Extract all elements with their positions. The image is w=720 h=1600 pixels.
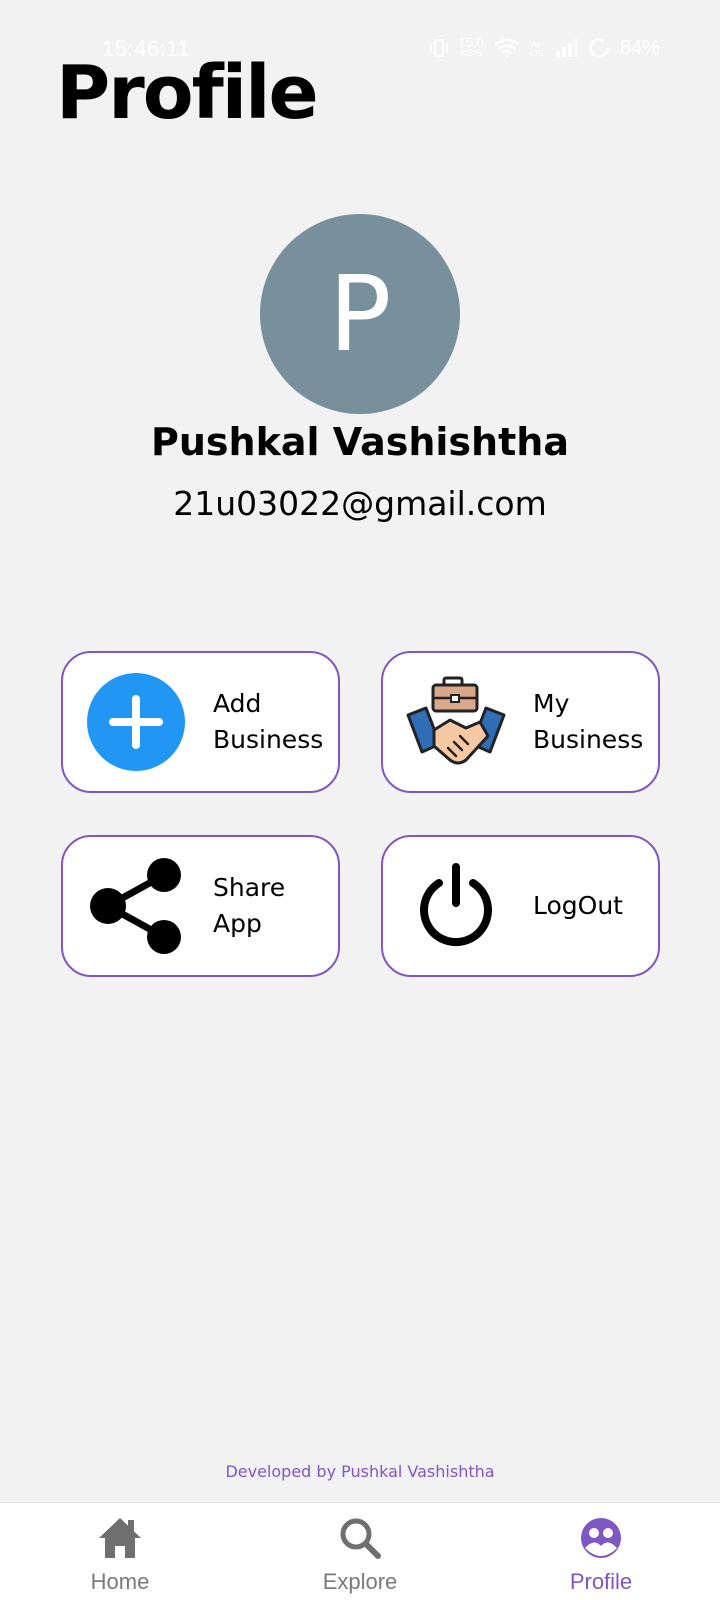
wifi-icon: [494, 38, 520, 58]
nav-home-label: Home: [90, 1569, 150, 1594]
avatar-letter: P: [328, 253, 392, 375]
nav-profile-label: Profile: [569, 1569, 633, 1594]
user-name: Pushkal Vashishtha: [151, 420, 569, 464]
svg-text:LTE: LTE: [530, 49, 544, 58]
nav-home[interactable]: Home: [40, 1503, 200, 1600]
svg-text:Vo: Vo: [530, 40, 540, 49]
avatar: P: [260, 214, 460, 414]
my-business-button[interactable]: My Business: [381, 651, 660, 793]
logout-label: LogOut: [533, 891, 623, 920]
battery-icon: [588, 37, 610, 59]
home-icon: [95, 1513, 145, 1563]
network-speed: 15.0 KB/S: [458, 35, 484, 58]
network-speed-unit: KB/S: [461, 48, 482, 58]
nav-explore-label: Explore: [322, 1569, 398, 1594]
status-icons: 15.0 KB/S Vo LTE 84%: [429, 34, 660, 62]
add-business-button[interactable]: Add Business: [61, 651, 340, 793]
network-speed-value: 15.0: [458, 35, 484, 50]
search-icon: [335, 1513, 385, 1563]
logout-button[interactable]: LogOut: [381, 835, 660, 977]
share-app-label: Share App: [213, 873, 286, 938]
developer-credit: Developed by Pushkal Vashishtha: [225, 1462, 495, 1481]
handshake-briefcase-icon: [401, 667, 511, 777]
nav-profile[interactable]: Profile: [521, 1503, 681, 1600]
profile-icon: [576, 1513, 626, 1563]
signal-icon: [555, 39, 578, 57]
page-title: Profile: [56, 50, 319, 136]
power-icon: [401, 851, 511, 961]
add-business-label: Add Business: [213, 689, 324, 754]
user-email: 21u03022@gmail.com: [173, 484, 547, 523]
battery-level: 84%: [619, 36, 660, 59]
vibrate-icon: [429, 38, 449, 58]
nav-explore[interactable]: Explore: [280, 1503, 440, 1600]
bottom-nav: Home Explore Profile: [0, 1502, 720, 1600]
my-business-label: My Business: [533, 689, 644, 754]
plus-circle-icon: [81, 667, 191, 777]
share-app-button[interactable]: Share App: [61, 835, 340, 977]
share-icon: [81, 851, 191, 961]
signal-lte-icon: Vo LTE: [530, 38, 546, 58]
